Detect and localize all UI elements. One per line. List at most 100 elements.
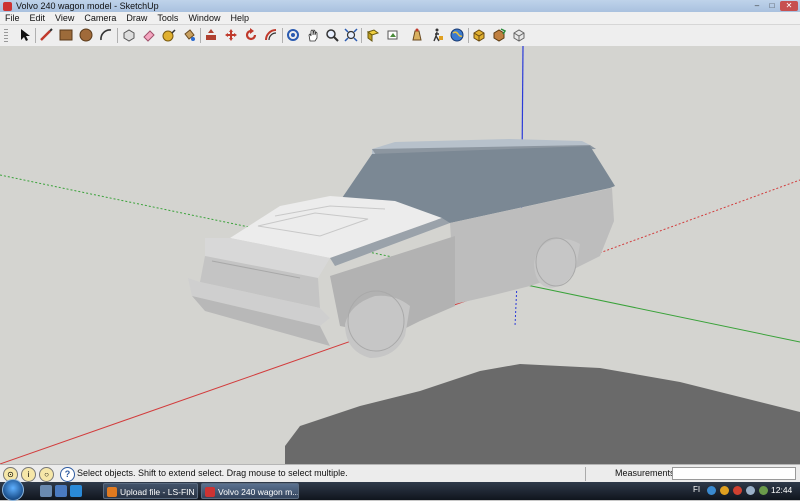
tape-measure-icon — [162, 29, 176, 42]
line-tool[interactable] — [38, 27, 54, 43]
offset-tool[interactable] — [263, 27, 279, 43]
eraser-icon — [143, 30, 155, 42]
zoom-extents-tool[interactable] — [343, 27, 359, 43]
tape-measure-tool[interactable] — [161, 27, 177, 43]
tray-alert-icon[interactable] — [720, 486, 729, 495]
zoom-tool[interactable] — [324, 27, 340, 43]
select-tool[interactable] — [17, 27, 33, 43]
warehouse-tool[interactable] — [491, 27, 507, 43]
magnifier-icon — [326, 29, 339, 42]
maximize-button[interactable]: □ — [765, 1, 779, 11]
internet-explorer-icon[interactable] — [70, 485, 82, 497]
rotate-tool[interactable] — [243, 27, 259, 43]
share-model-tool[interactable] — [471, 27, 487, 43]
show-desktop-icon[interactable] — [40, 485, 52, 497]
warehouse-icon — [493, 28, 506, 42]
tray-volume-icon[interactable] — [746, 486, 755, 495]
model-viewport[interactable] — [0, 46, 800, 464]
arc-tool[interactable] — [98, 27, 114, 43]
menu-camera[interactable]: Camera — [79, 13, 121, 23]
move-icon — [225, 29, 237, 41]
language-indicator[interactable]: FI — [693, 485, 700, 494]
component-browser-tool[interactable] — [511, 27, 527, 43]
paint-bucket-tool[interactable] — [181, 27, 197, 43]
car-shadow — [285, 364, 800, 464]
circle-tool[interactable] — [78, 27, 94, 43]
title-bar: Volvo 240 wagon model - SketchUp – □ ✕ — [0, 0, 800, 12]
push-pull-icon — [206, 29, 216, 40]
status-hint: Select objects. Shift to extend select. … — [77, 468, 348, 478]
previous-view-tool[interactable] — [365, 27, 381, 43]
minimize-button[interactable]: – — [750, 1, 764, 11]
position-camera-tool[interactable] — [409, 27, 425, 43]
tray-app-icon[interactable] — [759, 486, 768, 495]
toolbar-grip[interactable] — [4, 29, 8, 43]
status-bar: ⊙ i ○ ? Select objects. Shift to extend … — [0, 464, 800, 483]
windows-taskbar: Upload file - LS-FIN ... Volvo 240 wagon… — [0, 479, 800, 501]
tray-security-icon[interactable] — [733, 486, 742, 495]
walk-tool[interactable] — [429, 27, 445, 43]
arrow-cursor-icon — [21, 29, 30, 41]
close-button[interactable]: ✕ — [780, 1, 798, 11]
sketchup-icon — [205, 487, 215, 497]
component-icon — [123, 29, 135, 42]
menu-edit[interactable]: Edit — [25, 13, 51, 23]
measurements-input[interactable] — [672, 467, 796, 480]
zoom-extents-icon — [344, 28, 358, 42]
arc-icon — [100, 29, 112, 41]
switch-windows-icon[interactable] — [55, 485, 67, 497]
pencil-icon — [40, 28, 53, 41]
taskbar-button-sketchup[interactable]: Volvo 240 wagon m... — [201, 483, 299, 499]
toolbar-separator — [468, 28, 469, 43]
move-tool[interactable] — [223, 27, 239, 43]
make-component-tool[interactable] — [121, 27, 137, 43]
window-title: Volvo 240 wagon model - SketchUp — [16, 1, 159, 11]
offset-icon — [265, 29, 277, 41]
toolbar-separator — [35, 28, 36, 43]
component-browser-icon — [513, 29, 525, 42]
taskbar-button-label: Volvo 240 wagon m... — [218, 487, 299, 497]
toolbar-separator — [200, 28, 201, 43]
status-divider — [585, 467, 586, 481]
credits-icon[interactable]: i — [21, 467, 36, 482]
taskbar-button-label: Upload file - LS-FIN ... — [120, 487, 198, 497]
start-button[interactable] — [2, 479, 24, 501]
rectangle-icon — [59, 29, 73, 41]
next-view-icon — [387, 30, 398, 40]
orbit-tool[interactable] — [285, 27, 301, 43]
previous-view-icon — [366, 29, 380, 42]
hand-icon — [308, 29, 318, 42]
menu-tools[interactable]: Tools — [152, 13, 183, 23]
push-pull-tool[interactable] — [203, 27, 219, 43]
firefox-icon — [107, 487, 117, 497]
viewport-canvas — [0, 46, 800, 464]
pan-tool[interactable] — [305, 27, 321, 43]
main-toolbar — [0, 25, 800, 47]
menu-draw[interactable]: Draw — [121, 13, 152, 23]
toolbar-separator — [282, 28, 283, 43]
next-view-tool[interactable] — [385, 27, 401, 43]
toolbar-separator — [117, 28, 118, 43]
get-models-tool[interactable] — [449, 27, 465, 43]
menu-view[interactable]: View — [50, 13, 79, 23]
tray-network-icon[interactable] — [707, 486, 716, 495]
clock[interactable]: 12:44 — [771, 485, 792, 495]
menu-window[interactable]: Window — [183, 13, 225, 23]
eraser-tool[interactable] — [141, 27, 157, 43]
share-model-icon — [473, 29, 485, 42]
volvo-240-wagon-model — [188, 139, 615, 358]
sketchup-app-icon — [3, 1, 12, 11]
globe-icon — [450, 28, 464, 42]
taskbar-button-firefox[interactable]: Upload file - LS-FIN ... — [103, 483, 198, 499]
toolbar-separator — [361, 28, 362, 43]
circle-icon — [79, 28, 93, 42]
help-icon[interactable]: ? — [60, 467, 75, 482]
orbit-icon — [287, 29, 299, 41]
measurements-label: Measurements — [615, 468, 675, 478]
menu-file[interactable]: File — [0, 13, 25, 23]
rectangle-tool[interactable] — [58, 27, 74, 43]
menu-help[interactable]: Help — [225, 13, 254, 23]
user-icon[interactable]: ○ — [39, 467, 54, 482]
menu-bar: File Edit View Camera Draw Tools Window … — [0, 12, 800, 25]
window-controls: – □ ✕ — [750, 1, 798, 11]
